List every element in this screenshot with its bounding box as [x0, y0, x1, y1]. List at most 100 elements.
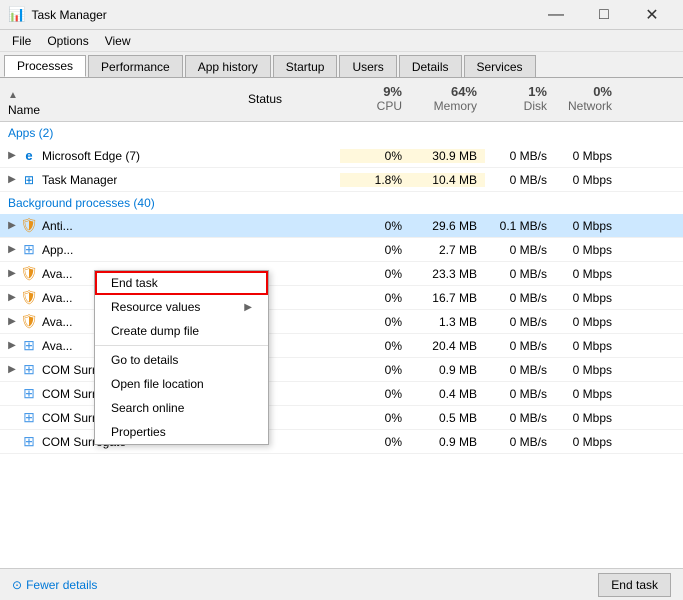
- expand-icon[interactable]: ▶: [4, 292, 20, 303]
- table-row[interactable]: ▶ 🛡 Anti... 0% 29.6 MB 0.1 MB/s 0 Mbps: [0, 214, 683, 238]
- row-disk: 0 MB/s: [485, 243, 555, 257]
- row-disk: 0 MB/s: [485, 435, 555, 449]
- expand-icon[interactable]: ▶: [4, 150, 20, 161]
- context-open-file-location[interactable]: Open file location: [95, 372, 268, 396]
- row-memory: 0.4 MB: [410, 387, 485, 401]
- menu-view[interactable]: View: [97, 30, 139, 51]
- row-name-taskmgr: ▶ ⊞ Task Manager: [0, 171, 240, 189]
- av-icon: 🛡: [20, 265, 38, 283]
- expand-icon[interactable]: ▶: [4, 174, 20, 185]
- context-resource-values[interactable]: Resource values ▶: [95, 295, 268, 319]
- menu-bar: File Options View: [0, 30, 683, 52]
- row-network: 0 Mbps: [555, 173, 620, 187]
- tab-performance[interactable]: Performance: [88, 55, 183, 77]
- expand-icon[interactable]: ▶: [4, 244, 20, 255]
- close-button[interactable]: ✕: [629, 1, 675, 29]
- row-cpu: 0%: [340, 387, 410, 401]
- app-icon: ⊞: [20, 433, 38, 451]
- row-network: 0 Mbps: [555, 363, 620, 377]
- row-cpu: 0%: [340, 315, 410, 329]
- context-create-dump[interactable]: Create dump file: [95, 319, 268, 343]
- col-status-header[interactable]: Status: [240, 90, 340, 110]
- tab-details[interactable]: Details: [399, 55, 462, 77]
- row-name-anti: ▶ 🛡 Anti...: [0, 217, 240, 235]
- context-search-online[interactable]: Search online: [95, 396, 268, 420]
- row-disk: 0 MB/s: [485, 363, 555, 377]
- av-icon: 🛡: [20, 217, 38, 235]
- col-disk-header[interactable]: 1% Disk: [485, 82, 555, 117]
- row-cpu: 0%: [340, 219, 410, 233]
- row-disk: 0.1 MB/s: [485, 219, 555, 233]
- col-name-header[interactable]: ▲ Name: [0, 78, 240, 121]
- tab-startup[interactable]: Startup: [273, 55, 338, 77]
- row-disk: 0 MB/s: [485, 315, 555, 329]
- row-memory: 0.5 MB: [410, 411, 485, 425]
- tab-bar: Processes Performance App history Startu…: [0, 52, 683, 78]
- row-cpu: 0%: [340, 339, 410, 353]
- row-network: 0 Mbps: [555, 339, 620, 353]
- row-network: 0 Mbps: [555, 435, 620, 449]
- row-disk: 0 MB/s: [485, 291, 555, 305]
- col-memory-header[interactable]: 64% Memory: [410, 82, 485, 117]
- row-memory: 29.6 MB: [410, 219, 485, 233]
- expand-icon[interactable]: ▶: [4, 220, 20, 231]
- tab-users[interactable]: Users: [339, 55, 396, 77]
- window-controls: — □ ✕: [533, 1, 675, 29]
- av-icon: 🛡: [20, 313, 38, 331]
- tab-services[interactable]: Services: [464, 55, 536, 77]
- app-icon: 📊: [8, 6, 25, 23]
- app-icon: ⊞: [20, 241, 38, 259]
- row-cpu: 0%: [340, 435, 410, 449]
- row-cpu: 0%: [340, 363, 410, 377]
- expand-icon[interactable]: ▶: [4, 364, 20, 375]
- context-end-task[interactable]: End task: [95, 271, 268, 295]
- app-icon: ⊞: [20, 337, 38, 355]
- menu-options[interactable]: Options: [39, 30, 96, 51]
- expand-icon[interactable]: ▶: [4, 268, 20, 279]
- fewer-details-button[interactable]: ⊙ Fewer details: [12, 578, 97, 592]
- row-cpu: 1.8%: [340, 173, 410, 187]
- row-cpu: 0%: [340, 243, 410, 257]
- row-memory: 0.9 MB: [410, 435, 485, 449]
- row-network: 0 Mbps: [555, 315, 620, 329]
- row-memory: 10.4 MB: [410, 173, 485, 187]
- row-network: 0 Mbps: [555, 291, 620, 305]
- expand-icon[interactable]: ▶: [4, 316, 20, 327]
- col-cpu-header[interactable]: 9% CPU: [340, 82, 410, 117]
- row-memory: 30.9 MB: [410, 149, 485, 163]
- row-cpu: 0%: [340, 411, 410, 425]
- row-memory: 20.4 MB: [410, 339, 485, 353]
- row-name-app: ▶ ⊞ App...: [0, 241, 240, 259]
- title-bar: 📊 Task Manager — □ ✕: [0, 0, 683, 30]
- row-memory: 23.3 MB: [410, 267, 485, 281]
- taskmgr-icon: ⊞: [20, 171, 38, 189]
- row-memory: 2.7 MB: [410, 243, 485, 257]
- context-go-to-details[interactable]: Go to details: [95, 348, 268, 372]
- tab-app-history[interactable]: App history: [185, 55, 271, 77]
- expand-icon[interactable]: ▶: [4, 340, 20, 351]
- tab-processes[interactable]: Processes: [4, 55, 86, 77]
- col-network-header[interactable]: 0% Network: [555, 82, 620, 117]
- row-disk: 0 MB/s: [485, 173, 555, 187]
- row-cpu: 0%: [340, 291, 410, 305]
- app-icon: ⊞: [20, 385, 38, 403]
- row-network: 0 Mbps: [555, 411, 620, 425]
- row-cpu: 0%: [340, 149, 410, 163]
- submenu-arrow: ▶: [244, 302, 252, 313]
- table-row[interactable]: ▶ ⊞ Task Manager 1.8% 10.4 MB 0 MB/s 0 M…: [0, 168, 683, 192]
- app-icon: ⊞: [20, 361, 38, 379]
- context-properties[interactable]: Properties: [95, 420, 268, 444]
- section-background: Background processes (40): [0, 192, 683, 214]
- row-network: 0 Mbps: [555, 387, 620, 401]
- end-task-button[interactable]: End task: [598, 573, 671, 597]
- minimize-button[interactable]: —: [533, 1, 579, 29]
- table-row[interactable]: ▶ e Microsoft Edge (7) 0% 30.9 MB 0 MB/s…: [0, 144, 683, 168]
- window-title: Task Manager: [31, 8, 533, 22]
- maximize-button[interactable]: □: [581, 1, 627, 29]
- section-apps: Apps (2): [0, 122, 683, 144]
- status-bar: ⊙ Fewer details End task: [0, 568, 683, 600]
- table-row[interactable]: ▶ ⊞ App... 0% 2.7 MB 0 MB/s 0 Mbps: [0, 238, 683, 262]
- fewer-details-icon: ⊙: [12, 578, 22, 592]
- row-memory: 16.7 MB: [410, 291, 485, 305]
- menu-file[interactable]: File: [4, 30, 39, 51]
